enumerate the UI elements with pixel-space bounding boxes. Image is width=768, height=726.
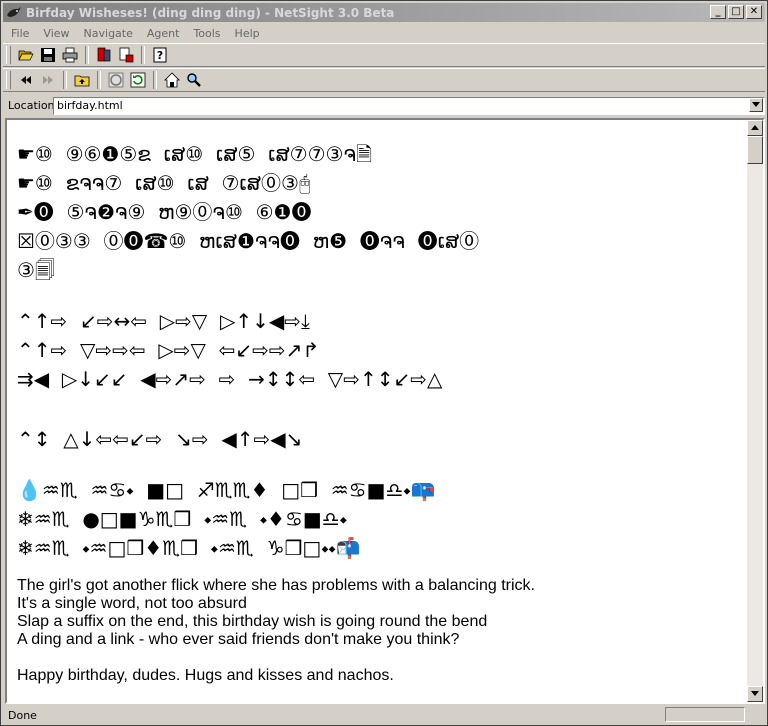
maximize-button[interactable]: □ (728, 5, 744, 19)
wingding-line: ☛⑩ ⑨⑥❶⑤ຂ ເສ⑩ ເສ⑤ ເສ⑦⑦③ຈ🗎 (17, 142, 373, 166)
open-folder-icon[interactable] (15, 45, 36, 65)
main-toolbar: ? (3, 43, 765, 67)
toolbar-separator (141, 46, 145, 64)
page-info-icon[interactable] (115, 45, 136, 65)
location-input[interactable]: birfday.html (53, 97, 765, 115)
status-bar: Done (3, 705, 765, 725)
toolbar-separator (97, 71, 101, 89)
menu-help[interactable]: Help (227, 27, 266, 40)
navigation-toolbar (3, 68, 765, 92)
wingding-line: ⌃↑⇨ ↙⇨↔⇦ ▷⇨▽ ▷↑↓◀⇨⤓ (17, 309, 310, 333)
toolbar-separator (63, 71, 67, 89)
wingding-line: ⇉◀ ▷↓↙↙ ◀⇨↗⇨ ⇨ →↕↕⇦ ▽⇨↑↕↙⇨△ (17, 367, 443, 391)
scroll-up-button[interactable] (747, 120, 763, 136)
document: ☛⑩ ⑨⑥❶⑤ຂ ເສ⑩ ເສ⑤ ເສ⑦⑦③ຈ🗎 ☛⑩ ຂຈຈ⑦ ເສ⑩ ເສ … (17, 140, 742, 685)
browser-window: Birfday Wisheses! (ding ding ding) - Net… (0, 0, 768, 726)
wingding-line: ☒⓪③③ ⓪⓿☎⑩ ຫເສ❶ຈຈ⓿ ຫ❺ ⓿ຈຈ ⓿ເສ⓪ (17, 229, 480, 253)
minimize-button[interactable]: _ (710, 5, 726, 19)
poem-line: A ding and a link - who ever said friend… (17, 631, 460, 648)
menu-bar: File View Navigate Agent Tools Help (3, 24, 765, 42)
location-label: Location (8, 99, 55, 112)
app-icon (6, 5, 22, 21)
closing-line: Happy birthday, dudes. Hugs and kisses a… (17, 667, 394, 684)
bookmark-icon[interactable] (93, 45, 114, 65)
vertical-scrollbar[interactable] (747, 120, 763, 702)
stop-icon[interactable] (105, 70, 126, 90)
status-text: Done (8, 708, 37, 722)
svg-text:?: ? (156, 49, 162, 62)
wingding-line: ☛⑩ ຂຈຈ⑦ ເສ⑩ ເສ ⑦ເສ⓪③🖰 (17, 171, 311, 195)
title-bar[interactable]: Birfday Wisheses! (ding ding ding) - Net… (3, 3, 765, 22)
wingding-line: ③🗐 (17, 258, 55, 282)
wingding-line: 💧♒♏ ♒♋⬩ ■□ ♐♏♏♦ □❒ ♒♋■♎⬩📪 (17, 478, 436, 502)
menu-file[interactable]: File (3, 27, 35, 40)
menu-tools[interactable]: Tools (185, 27, 226, 40)
page-content: ☛⑩ ⑨⑥❶⑤ຂ ເສ⑩ ເສ⑤ ເສ⑦⑦③ຈ🗎 ☛⑩ ຂຈຈ⑦ ເສ⑩ ເສ … (5, 118, 765, 704)
search-icon[interactable] (183, 70, 204, 90)
toolbar-grip[interactable] (6, 71, 11, 89)
wingding-line: ❄♒♏ ●□■♑♏❒ ⬩♒♏ ⬩♦♋■♎⬩ (17, 507, 347, 531)
toolbar-separator (85, 46, 89, 64)
poem-line: The girl's got another flick where she h… (17, 577, 535, 594)
toolbar-separator (153, 71, 157, 89)
up-folder-icon[interactable] (71, 70, 92, 90)
status-panel (665, 707, 745, 722)
scroll-down-button[interactable] (747, 686, 763, 702)
wingding-line: ✒⓿ ⑤ຈ❷ຈ⑨ ຫ⑨⓪ຈ⑩ ⑥❶⓿ (17, 200, 312, 224)
help-icon[interactable]: ? (149, 45, 170, 65)
wingding-line: ⌃↕ △↓⇦⇦↙⇨ ↘⇨ ◀↑⇨◀↘ (17, 427, 303, 451)
window-title: Birfday Wisheses! (ding ding ding) - Net… (26, 5, 395, 20)
poem-line: It's a single word, not too absurd (17, 595, 247, 612)
menu-view[interactable]: View (35, 27, 75, 40)
forward-icon (37, 70, 58, 90)
toolbar-grip[interactable] (6, 46, 11, 64)
reload-icon[interactable] (127, 70, 148, 90)
poem-line: Slap a suffix on the end, this birthday … (17, 613, 488, 630)
wingding-line: ❄♒♏ ⬩♒□❒♦♏❒ ⬩♒♏ ♑❒□⬩⬩📬 (17, 536, 361, 560)
scroll-thumb[interactable] (747, 136, 763, 164)
save-icon[interactable] (37, 45, 58, 65)
print-icon[interactable] (59, 45, 80, 65)
location-dropdown-button[interactable] (749, 98, 763, 112)
home-icon[interactable] (161, 70, 182, 90)
back-icon[interactable] (15, 70, 36, 90)
close-button[interactable]: ✕ (746, 5, 762, 19)
menu-navigate[interactable]: Navigate (76, 27, 139, 40)
wingding-line: ⌃↑⇨ ▽⇨⇨⇦ ▷⇨▽ ⇦↙⇨⇨↗↱ (17, 338, 320, 362)
location-bar: Location birfday.html (3, 94, 765, 117)
menu-agent[interactable]: Agent (139, 27, 186, 40)
